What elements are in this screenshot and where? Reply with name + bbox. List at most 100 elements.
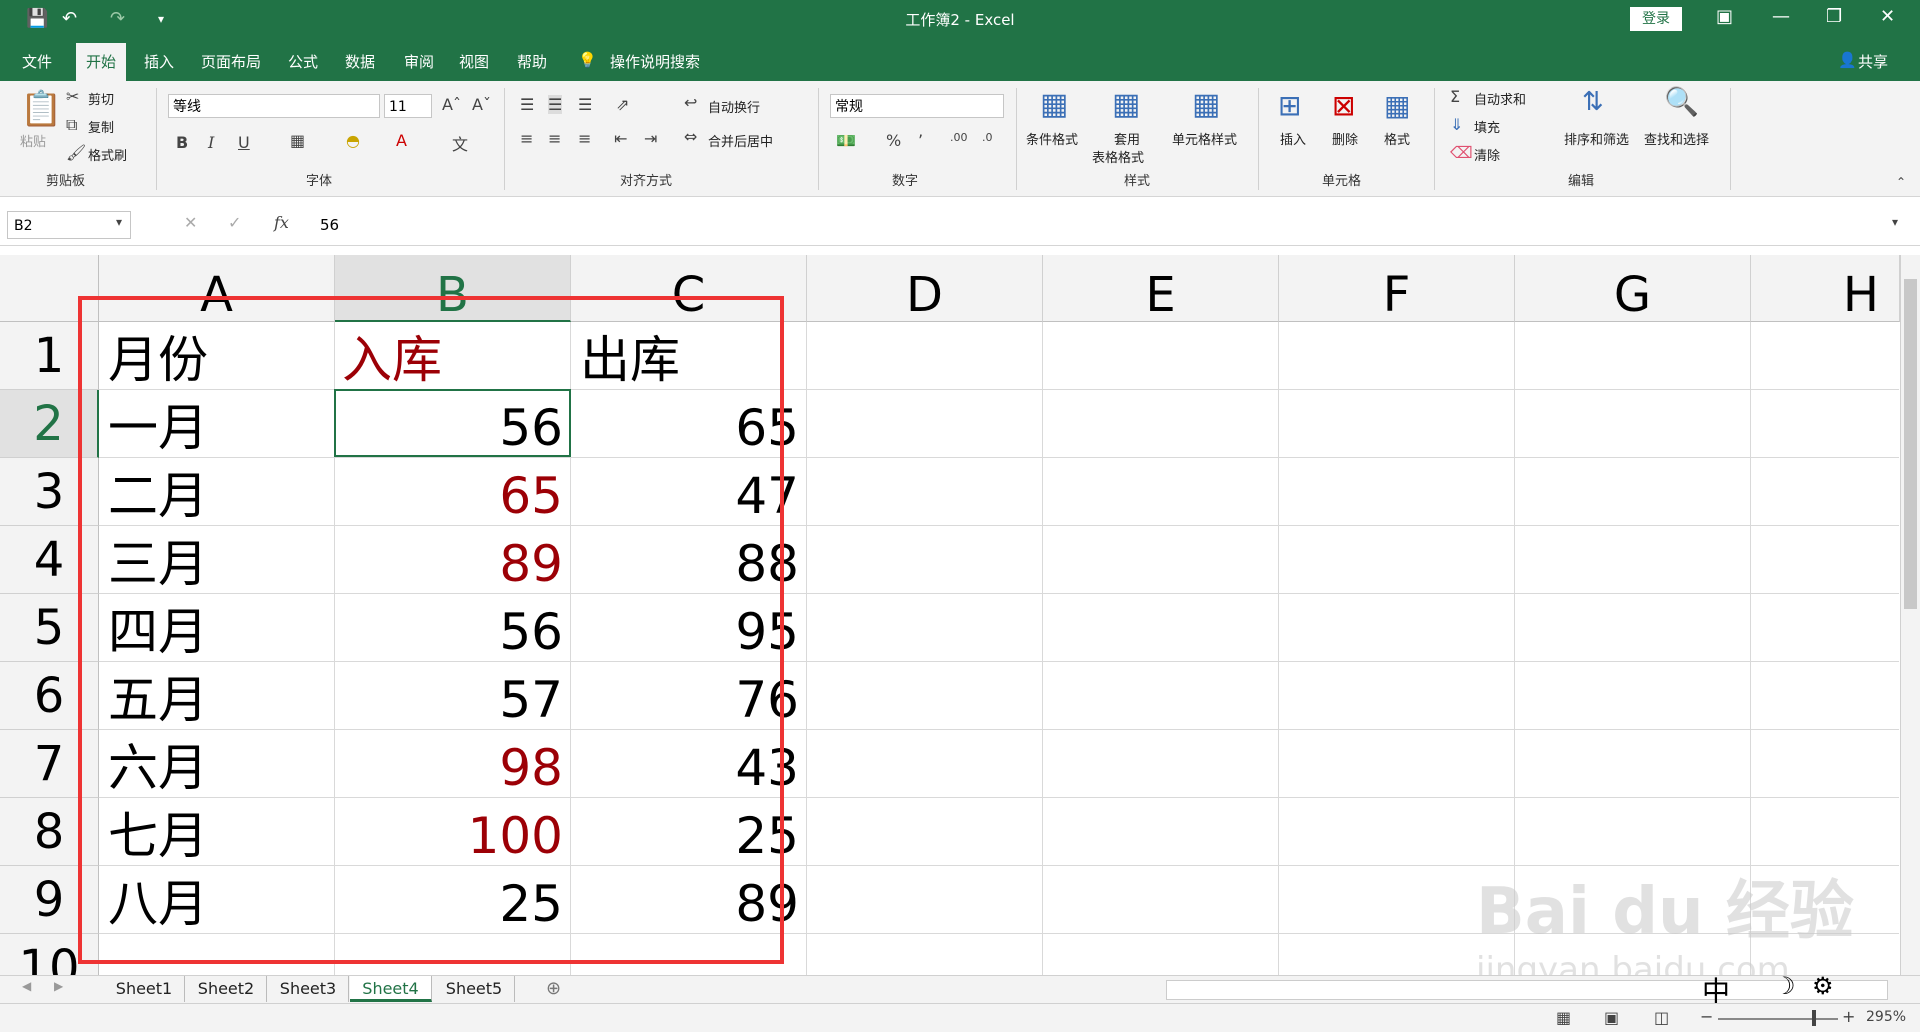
orientation-icon[interactable]: ⇗ — [616, 95, 629, 114]
tab-help[interactable]: 帮助 — [517, 51, 547, 72]
font-name-dropdown[interactable]: 等线 — [168, 94, 380, 118]
prev-sheet-icon[interactable]: ◀ — [22, 979, 31, 993]
enter-icon[interactable]: ✓ — [228, 213, 241, 232]
format-cells-icon[interactable]: ▦ — [1384, 89, 1410, 122]
cut-button[interactable]: 剪切 — [88, 89, 114, 108]
sheet-tab-sheet2[interactable]: Sheet2 — [186, 976, 267, 1002]
insert-function-button[interactable]: fx — [274, 213, 289, 232]
format-as-table-icon[interactable]: ▦ — [1112, 87, 1140, 122]
align-right-icon[interactable]: ≡ — [578, 129, 591, 148]
find-search-icon[interactable]: 🔍 — [1664, 85, 1699, 118]
page-layout-view-icon[interactable]: ▣ — [1604, 1008, 1619, 1027]
decrease-decimal-icon[interactable]: .0 — [982, 131, 993, 144]
align-left-icon[interactable]: ≡ — [520, 129, 533, 148]
autosum-icon[interactable]: Σ — [1450, 87, 1460, 106]
phonetic-icon[interactable]: 文 — [452, 131, 468, 155]
tab-formulas[interactable]: 公式 — [288, 51, 318, 72]
align-center-icon[interactable]: ≡ — [548, 129, 561, 148]
copy-icon[interactable]: ⧉ — [66, 115, 77, 135]
collapse-ribbon-icon[interactable]: ⌃ — [1896, 175, 1906, 189]
delete-cells-icon[interactable]: ⊠ — [1332, 89, 1355, 122]
gear-icon[interactable]: ⚙ — [1812, 972, 1834, 1000]
zoom-slider[interactable] — [1718, 1018, 1838, 1020]
share-button[interactable]: 共享 — [1858, 51, 1888, 72]
sheet-tab-sheet1[interactable]: Sheet1 — [104, 976, 185, 1002]
column-header[interactable]: E — [1043, 255, 1279, 323]
tab-data[interactable]: 数据 — [345, 51, 375, 72]
font-size-dropdown[interactable]: 11 — [384, 94, 432, 118]
eraser-icon[interactable]: ⌫ — [1450, 143, 1473, 162]
page-break-view-icon[interactable]: ◫ — [1654, 1008, 1669, 1027]
increase-font-icon[interactable]: Aˆ — [442, 95, 461, 114]
merge-center-button[interactable]: 合并后居中 — [708, 131, 773, 150]
ribbon-display-icon[interactable]: ▣ — [1716, 6, 1733, 27]
next-sheet-icon[interactable]: ▶ — [54, 979, 63, 993]
align-top-icon[interactable]: ☰ — [520, 95, 534, 114]
format-as-table-button[interactable]: 套用 — [1114, 129, 1140, 148]
zoom-out-icon[interactable]: − — [1700, 1007, 1713, 1026]
decrease-indent-icon[interactable]: ⇤ — [614, 129, 627, 148]
conditional-format-icon[interactable]: ▦ — [1040, 87, 1068, 122]
number-format-dropdown[interactable]: 常规 — [830, 94, 1004, 118]
scrollbar-thumb[interactable] — [1904, 279, 1917, 609]
format-as-table-button-line2[interactable]: 表格格式 — [1092, 147, 1144, 166]
comma-style-icon[interactable]: ’ — [918, 131, 923, 150]
align-bottom-icon[interactable]: ☰ — [578, 95, 592, 114]
tab-view[interactable]: 视图 — [459, 51, 489, 72]
merge-icon[interactable]: ⇔ — [684, 127, 697, 146]
moon-icon[interactable]: ☽ — [1774, 972, 1796, 1000]
tab-review[interactable]: 审阅 — [404, 51, 434, 72]
expand-formula-icon[interactable]: ▾ — [1892, 215, 1898, 229]
format-cells-button[interactable]: 格式 — [1384, 129, 1410, 148]
wrap-text-icon[interactable]: ↩ — [684, 93, 697, 112]
minimize-icon[interactable]: — — [1772, 6, 1790, 27]
fill-down-icon[interactable]: ⇓ — [1450, 115, 1463, 134]
scissors-icon[interactable]: ✂ — [66, 87, 79, 106]
login-button[interactable]: 登录 — [1630, 7, 1682, 31]
sheet-tab-sheet5[interactable]: Sheet5 — [434, 976, 515, 1002]
copy-button[interactable]: 复制 — [88, 117, 114, 136]
column-header[interactable]: H — [1751, 255, 1900, 323]
wrap-text-button[interactable]: 自动换行 — [708, 97, 760, 116]
border-icon[interactable]: ▦ — [290, 131, 305, 150]
align-middle-icon[interactable]: ☰ — [548, 95, 563, 114]
column-header[interactable]: G — [1515, 255, 1751, 323]
bold-button[interactable]: B — [176, 133, 188, 152]
cell-styles-button[interactable]: 单元格样式 — [1172, 129, 1237, 148]
formula-input[interactable]: 56 — [320, 216, 339, 234]
zoom-slider-thumb[interactable] — [1812, 1010, 1816, 1026]
insert-cells-icon[interactable]: ⊞ — [1278, 89, 1301, 122]
decrease-font-icon[interactable]: Aˇ — [472, 95, 491, 114]
tab-insert[interactable]: 插入 — [144, 51, 174, 72]
column-header[interactable]: D — [807, 255, 1043, 323]
fill-button[interactable]: 填充 — [1474, 117, 1500, 136]
cell-styles-icon[interactable]: ▦ — [1192, 87, 1220, 122]
delete-cells-button[interactable]: 删除 — [1332, 129, 1358, 148]
underline-button[interactable]: U — [238, 133, 250, 152]
format-painter-icon[interactable]: 🖌 — [66, 143, 86, 162]
normal-view-icon[interactable]: ▦ — [1556, 1008, 1571, 1027]
paste-button[interactable]: 粘贴 — [20, 131, 46, 150]
increase-decimal-icon[interactable]: .00 — [950, 131, 968, 144]
chevron-down-icon[interactable]: ▾ — [116, 215, 122, 229]
zoom-level[interactable]: 295% — [1866, 1009, 1906, 1025]
insert-cells-button[interactable]: 插入 — [1280, 129, 1306, 148]
name-box[interactable]: B2 — [7, 211, 131, 239]
conditional-format-button[interactable]: 条件格式 — [1026, 129, 1078, 148]
sort-filter-icon[interactable]: ⇅ — [1582, 87, 1604, 117]
vertical-scrollbar[interactable] — [1900, 255, 1920, 975]
format-painter-button[interactable]: 格式刷 — [88, 145, 127, 164]
tab-home[interactable]: 开始 — [76, 43, 127, 82]
restore-icon[interactable]: ❐ — [1826, 6, 1842, 27]
cancel-icon[interactable]: ✕ — [184, 213, 197, 232]
close-icon[interactable]: ✕ — [1880, 6, 1895, 27]
sheet-tab-sheet4[interactable]: Sheet4 — [350, 976, 432, 1002]
column-header[interactable]: F — [1279, 255, 1515, 323]
autosum-button[interactable]: 自动求和 — [1474, 89, 1526, 108]
share-icon[interactable]: 👤 — [1838, 51, 1857, 69]
paste-icon[interactable]: 📋 — [20, 89, 62, 129]
sort-filter-button[interactable]: 排序和筛选 — [1564, 129, 1629, 148]
italic-button[interactable]: I — [208, 133, 214, 152]
clear-button[interactable]: 清除 — [1474, 145, 1500, 164]
add-sheet-icon[interactable]: ⊕ — [546, 978, 561, 999]
